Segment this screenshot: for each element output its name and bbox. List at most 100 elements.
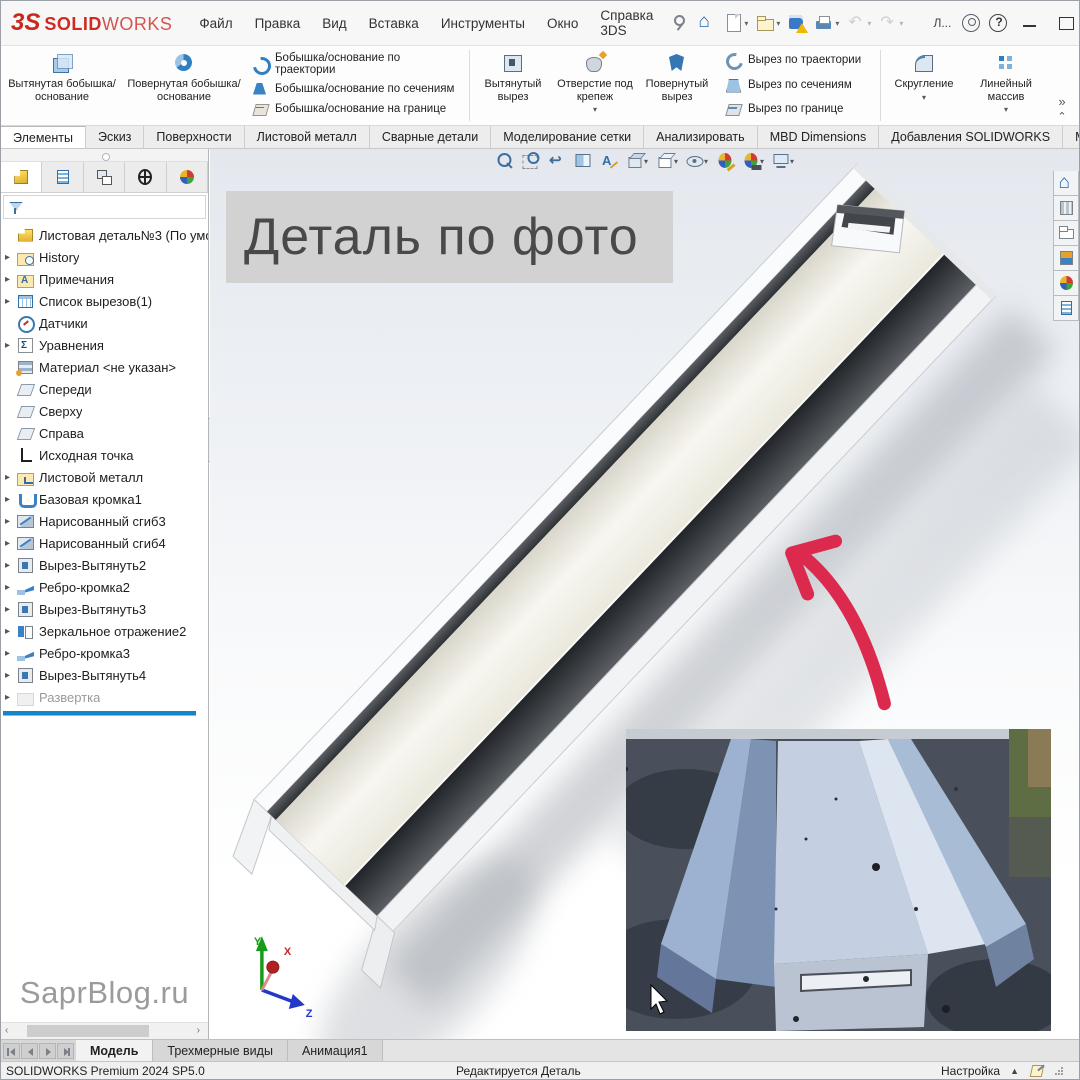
scrollbar-thumb[interactable] (27, 1025, 149, 1037)
command-tab[interactable]: Добавления SOLIDWORKS (879, 126, 1063, 148)
document-tab[interactable]: Анимация1 (288, 1040, 383, 1061)
command-tab[interactable]: Поверхности (144, 126, 244, 148)
expand-arrow-icon[interactable] (5, 296, 17, 307)
next-tab-icon[interactable] (39, 1043, 56, 1059)
feature-manager-tab[interactable] (167, 162, 208, 192)
ribbon-overflow-button[interactable]: » (1058, 94, 1065, 109)
quick-access-button[interactable]: Л... (907, 11, 957, 35)
quick-access-button[interactable] (985, 11, 1011, 35)
tree-item[interactable]: Справа (1, 422, 208, 444)
quick-access-button[interactable]: ▾ (720, 11, 751, 35)
ribbon-button[interactable]: Отверстие под крепеж ▾ (554, 46, 636, 125)
expand-arrow-icon[interactable] (5, 252, 17, 263)
menu-item[interactable]: Вставка (358, 1, 430, 46)
chevron-down-icon[interactable]: ▾ (674, 157, 678, 166)
minimize-button[interactable] (1021, 14, 1039, 32)
quick-access-button[interactable] (958, 11, 984, 35)
command-tab[interactable]: Сварные детали (370, 126, 491, 148)
ribbon-button[interactable]: Повернутый вырез (636, 46, 718, 125)
tree-item[interactable]: Сверху (1, 400, 208, 422)
menu-item[interactable]: Вид (311, 1, 357, 46)
chevron-down-icon[interactable]: ▾ (704, 157, 708, 166)
ribbon-button[interactable]: Бобышка/основание по траектории (251, 52, 463, 76)
tree-item[interactable]: Вырез-Вытянуть3 (1, 598, 208, 620)
hud-button[interactable]: ▾ (739, 150, 766, 171)
tree-item[interactable]: Спереди (1, 378, 208, 400)
first-tab-icon[interactable] (3, 1043, 20, 1059)
command-tab[interactable]: MBD (1063, 126, 1080, 148)
hud-button[interactable] (571, 150, 594, 171)
chevron-down-icon[interactable]: ▾ (644, 157, 648, 166)
ribbon-button[interactable]: Вырез по границе (724, 101, 874, 117)
quick-access-button[interactable]: ▾ (752, 11, 783, 35)
tree-item[interactable]: Исходная точка (1, 444, 208, 466)
command-tab[interactable]: Моделирование сетки (491, 126, 644, 148)
tree-item[interactable]: Датчики (1, 312, 208, 334)
last-tab-icon[interactable] (57, 1043, 74, 1059)
task-pane-button[interactable] (1053, 221, 1079, 246)
quick-access-button[interactable]: ▾ (875, 11, 906, 35)
tree-item[interactable]: Уравнения (1, 334, 208, 356)
feature-manager-tab[interactable] (42, 162, 83, 192)
menu-item[interactable]: Правка (244, 1, 312, 46)
tree-item[interactable]: Нарисованный сгиб3 (1, 510, 208, 532)
menu-item[interactable]: Инструменты (430, 1, 536, 46)
maximize-button[interactable] (1057, 14, 1075, 32)
expand-arrow-icon[interactable] (5, 538, 17, 549)
menu-item[interactable]: Окно (536, 1, 589, 46)
rollback-bar[interactable] (3, 711, 196, 715)
tree-item[interactable]: Вырез-Вытянуть2 (1, 554, 208, 576)
tree-item[interactable]: Развертка (1, 686, 208, 708)
command-tab[interactable]: Анализировать (644, 126, 758, 148)
end-tab-with-slot[interactable] (832, 205, 905, 253)
expand-arrow-icon[interactable] (5, 560, 17, 571)
ribbon-button[interactable]: Вытянутая бобышка/основание (1, 46, 123, 125)
expand-arrow-icon[interactable] (5, 670, 17, 681)
scroll-left-icon[interactable]: ‹ (5, 1025, 8, 1036)
custom-status-label[interactable]: Настройка (941, 1064, 1000, 1078)
hud-button[interactable]: ▾ (769, 150, 796, 171)
chevron-up-icon[interactable]: ▲ (1010, 1066, 1019, 1076)
ribbon-button[interactable]: Вырез по сечениям (724, 77, 874, 93)
expand-arrow-icon[interactable] (5, 692, 17, 703)
ribbon-button[interactable]: Скругление ▾ (883, 46, 965, 125)
chevron-down-icon[interactable]: ▾ (1004, 105, 1008, 114)
tree-root-item[interactable]: Листовая деталь№3 (По умолча (1, 224, 208, 246)
horizontal-scrollbar[interactable]: ‹ › (1, 1022, 208, 1039)
document-tab[interactable]: Модель (76, 1040, 153, 1061)
command-tab[interactable]: Листовой металл (245, 126, 370, 148)
hud-button[interactable]: ▾ (623, 150, 650, 171)
quick-access-button[interactable]: ▾ (843, 11, 874, 35)
hud-button[interactable] (545, 150, 568, 171)
expand-arrow-icon[interactable] (5, 648, 17, 659)
tree-item[interactable]: Ребро-кромка2 (1, 576, 208, 598)
quick-access-button[interactable] (666, 11, 692, 35)
expand-arrow-icon[interactable] (5, 274, 17, 285)
previous-tab-icon[interactable] (21, 1043, 38, 1059)
task-pane-button[interactable] (1053, 246, 1079, 271)
tree-item[interactable]: Ребро-кромка3 (1, 642, 208, 664)
ribbon-button[interactable]: Повернутая бобышка/основание (123, 46, 245, 125)
hud-button[interactable]: ▾ (653, 150, 680, 171)
task-pane-button[interactable] (1053, 196, 1079, 221)
tree-item[interactable]: Вырез-Вытянуть4 (1, 664, 208, 686)
tree-filter-input[interactable] (3, 195, 206, 219)
tree-item[interactable]: Примечания (1, 268, 208, 290)
command-tab[interactable]: Элементы (1, 126, 86, 148)
scroll-right-icon[interactable]: › (197, 1025, 200, 1036)
hud-button[interactable] (493, 150, 516, 171)
chevron-down-icon[interactable]: ▾ (922, 93, 926, 102)
quick-access-button[interactable]: ▾ (811, 11, 842, 35)
tree-item[interactable]: Листовой металл (1, 466, 208, 488)
quick-access-button[interactable] (693, 11, 719, 35)
command-tab[interactable]: Эскиз (86, 126, 144, 148)
document-tab[interactable]: Трехмерные виды (153, 1040, 288, 1061)
ribbon-collapse-button[interactable]: ⌃ (1057, 110, 1066, 123)
task-pane-button[interactable] (1053, 271, 1079, 296)
tree-item[interactable]: Список вырезов(1) (1, 290, 208, 312)
task-pane-button[interactable] (1053, 171, 1079, 196)
expand-arrow-icon[interactable] (5, 340, 17, 351)
tree-item[interactable]: Материал <не указан> (1, 356, 208, 378)
tree-item[interactable]: Нарисованный сгиб4 (1, 532, 208, 554)
menu-item[interactable]: Справка 3DS (589, 1, 664, 46)
